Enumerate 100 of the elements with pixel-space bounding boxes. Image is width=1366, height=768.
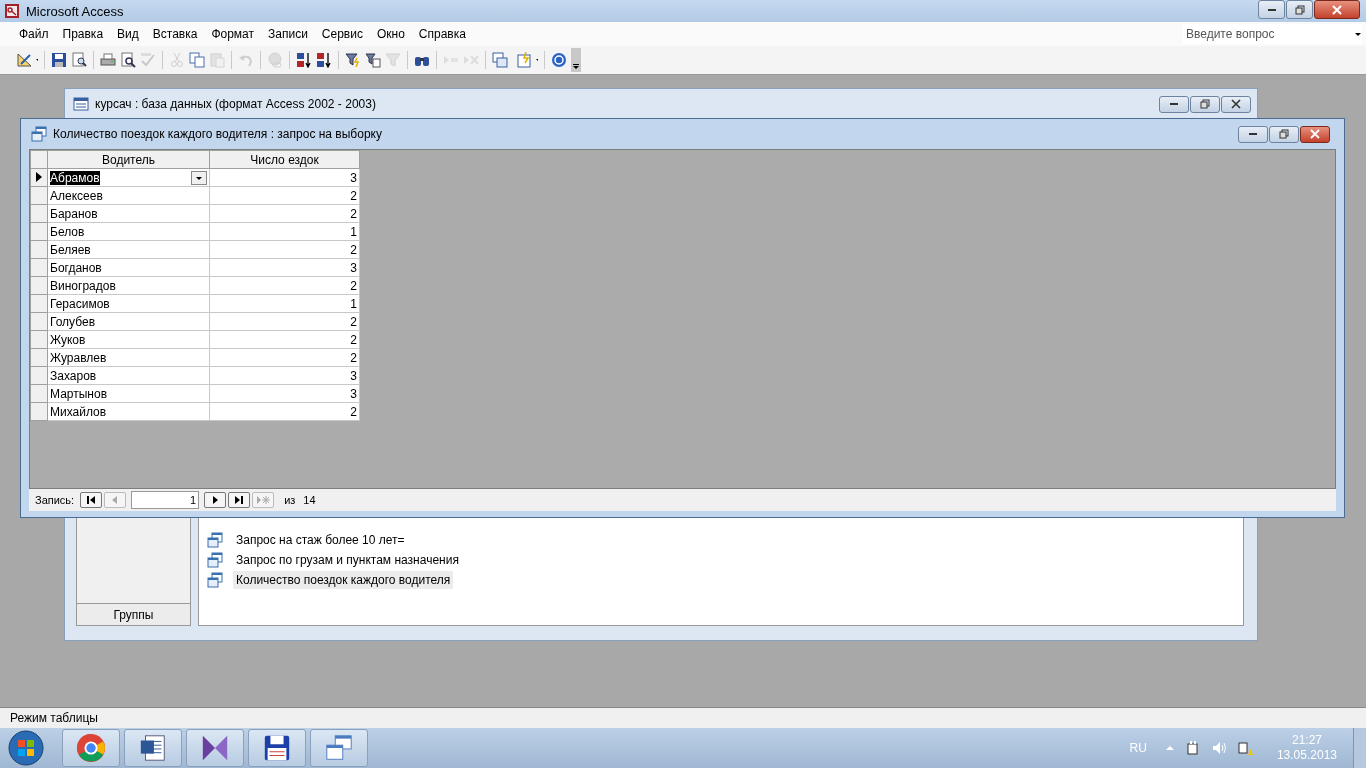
current-row-icon [36,171,42,182]
clock-time: 21:27 [1291,733,1322,748]
query-window-title: Количество поездок каждого водителя : запрос на выборку [53,127,382,141]
table-cell[interactable]: Богданов [47,258,210,277]
table-cell[interactable]: Михайлов [47,402,210,421]
app-key-icon [4,3,20,19]
table-cell[interactable]: 3 [209,366,360,385]
query-icon [31,126,47,142]
table-cell[interactable]: 2 [209,276,360,295]
caret-icon[interactable] [1354,30,1362,38]
table-cell[interactable]: Алексеев [47,186,210,205]
save-icon[interactable] [51,52,67,68]
restore-button[interactable] [1286,0,1313,19]
taskbar-button[interactable] [124,729,182,767]
browser-icon [76,733,106,763]
network-warning-icon[interactable] [1236,740,1253,756]
table-cell[interactable]: Жуков [47,330,210,349]
menu-item[interactable]: Сервис [314,27,370,41]
restore-icon [1279,129,1289,139]
close-button[interactable] [1300,125,1330,143]
column-header[interactable]: Число ездок [209,150,360,169]
minimize-icon [1267,8,1276,11]
minimize-icon [1170,103,1178,105]
table-cell[interactable]: 2 [209,348,360,367]
table-cell[interactable]: 2 [209,402,360,421]
record-number-field[interactable]: 1 [131,491,200,509]
caret-icon [572,62,580,70]
table-cell[interactable]: Голубев [47,312,210,331]
query-item[interactable]: Запрос на стаж более 10 лет= [233,531,408,549]
table-cell[interactable]: 3 [209,384,360,403]
groups-button[interactable]: Группы [77,603,190,625]
toolbar-overflow-button[interactable] [571,48,581,72]
close-button[interactable] [1314,0,1360,19]
menu-item[interactable]: Вставка [145,27,205,41]
file-search-icon[interactable] [71,52,87,68]
menu-item[interactable]: Вид [110,27,146,41]
last-record-button[interactable] [228,492,251,508]
taskbar-button[interactable] [186,729,244,767]
column-header[interactable]: Водитель [47,150,210,169]
minimize-button[interactable] [1159,95,1189,113]
record-count-label: из [284,494,296,506]
menu-item[interactable]: Формат [204,27,262,41]
record-label: Запись: [35,494,75,506]
table-cell[interactable]: 1 [209,222,360,241]
menu-item[interactable]: Записи [261,27,315,41]
minimize-button[interactable] [1238,125,1268,143]
close-icon [1332,4,1342,15]
new-record-icon [256,495,271,505]
minimize-button[interactable] [1258,0,1285,19]
table-cell[interactable]: 2 [209,312,360,331]
table-cell[interactable]: 3 [209,168,360,187]
query-item[interactable]: Количество поездок каждого водителя [233,571,454,589]
next-record-button[interactable] [204,492,227,508]
first-record-button[interactable] [80,492,103,508]
close-button[interactable] [1221,95,1251,113]
print-preview-icon[interactable] [120,52,136,68]
table-cell[interactable]: 2 [209,204,360,223]
filter-form-icon[interactable] [365,52,381,68]
restore-button[interactable] [1190,95,1220,113]
table-cell[interactable]: 2 [209,240,360,259]
table-cell[interactable]: Захаров [47,366,210,385]
query-icon [207,532,223,548]
table-cell[interactable]: Мартынов [47,384,210,403]
taskbar-button[interactable] [248,729,306,767]
app-title: Microsoft Access [26,3,124,19]
print-icon[interactable] [100,52,116,68]
query-item[interactable]: Запрос по грузам и пунктам назначения [233,551,462,569]
filter-lightning-icon[interactable] [345,52,361,68]
dropdown-button[interactable] [191,170,207,185]
window-stack-icon[interactable] [492,52,508,68]
table-cell[interactable]: Виноградов [47,276,210,295]
menu-item[interactable]: Справка [411,27,473,41]
sort-descending-icon[interactable] [316,52,332,68]
help-icon[interactable] [551,52,567,68]
table-cell[interactable]: 1 [209,294,360,313]
table-cell[interactable]: 2 [209,330,360,349]
menu-item[interactable]: Правка [55,27,111,41]
restore-button[interactable] [1269,125,1299,143]
restore-icon [1200,99,1210,109]
sort-ascending-icon[interactable] [296,52,312,68]
window-stack-icon [324,733,354,763]
minimize-icon [1249,133,1257,135]
copy-icon[interactable] [189,52,205,68]
table-cell[interactable]: 3 [209,258,360,277]
last-icon [234,495,245,505]
table-cell[interactable]: Абрамов [47,168,210,187]
start-button[interactable] [8,730,44,766]
table-cell[interactable]: Баранов [47,204,210,223]
table-cell[interactable]: Беляев [47,240,210,259]
menu-item[interactable]: Файл [12,27,56,41]
taskbar-button[interactable] [310,729,368,767]
menu-item[interactable]: Окно [369,27,412,41]
table-cell[interactable]: Герасимов [47,294,210,313]
database-window-title: курсач : база данных (формат Access 2002 - 2003) [95,97,376,111]
table-cell[interactable]: 2 [209,186,360,205]
first-icon [86,495,97,505]
table-cell[interactable]: Журавлев [47,348,210,367]
table-cell[interactable]: Белов [47,222,210,241]
record-count: 14 [303,494,316,506]
clock-date: 13.05.2013 [1276,748,1337,763]
